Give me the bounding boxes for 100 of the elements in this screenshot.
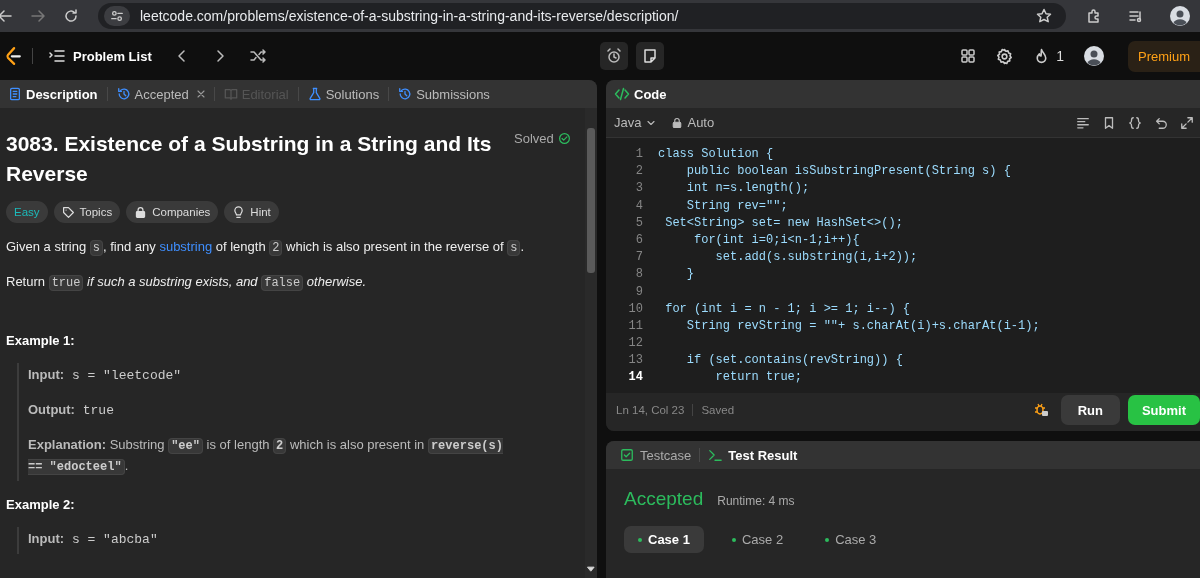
panel-tab[interactable]: Accepted	[112, 82, 193, 106]
panel-tab[interactable]: Testcase	[616, 447, 696, 463]
book-icon	[223, 87, 238, 101]
history-icon	[116, 87, 131, 101]
logo-icon[interactable]	[4, 46, 22, 66]
line-number: 4	[634, 197, 643, 215]
address-bar[interactable]: leetcode.com/problems/existence-of-a-substring-in-a-string-and-its-reverse/description/	[98, 3, 1066, 29]
line-number: 5	[634, 214, 643, 232]
shuffle-icon	[249, 48, 266, 64]
line-number: 8	[634, 266, 643, 284]
reload-icon	[63, 8, 79, 24]
problem-title: 3083. Existence of a Substring in a String and Its Reverse	[6, 131, 493, 187]
settings-button[interactable]	[996, 47, 1014, 65]
substring-link[interactable]: substring	[159, 239, 213, 254]
grid-icon	[960, 48, 977, 64]
document-icon	[8, 87, 22, 101]
alarm-clock-icon	[605, 48, 622, 64]
case-tab[interactable]: Case 3	[811, 526, 891, 553]
shuffle-button[interactable]	[249, 48, 266, 64]
site-settings-button[interactable]	[104, 6, 130, 26]
undo-icon[interactable]	[1154, 115, 1168, 130]
terminal-icon	[708, 448, 723, 462]
layout-button[interactable]	[960, 48, 977, 64]
run-button[interactable]: Run	[1060, 395, 1120, 425]
runtime-text: Runtime: 4 ms	[717, 494, 795, 508]
debug-icon[interactable]	[1032, 402, 1049, 418]
verdict-text: Accepted	[624, 488, 704, 510]
tag-button[interactable]: Topics	[53, 201, 121, 223]
forward-button[interactable]	[30, 8, 46, 24]
note-icon	[641, 48, 658, 64]
back-button[interactable]	[0, 8, 13, 24]
example-title: Example 2:	[6, 496, 76, 514]
code-icon	[614, 86, 630, 102]
cursor-position: Ln 14, Col 23	[616, 404, 685, 416]
language-dropdown[interactable]: Java	[614, 115, 658, 130]
line-number: 3	[634, 180, 643, 198]
example-line: Output: true	[28, 401, 115, 420]
problem-statement: Given a string s , find any substring of length 2 which is also present in the reverse of s .	[6, 238, 526, 258]
line-number: 6	[634, 231, 643, 249]
example-line: Input: s = "abcba"	[28, 530, 159, 549]
code-line: }	[685, 266, 694, 284]
panel-tab[interactable]: Test Result	[704, 447, 802, 463]
difficulty-tag[interactable]: Easy	[6, 201, 48, 223]
forward-icon	[30, 8, 46, 24]
lock-icon	[134, 205, 148, 219]
line-number: 11	[627, 317, 643, 335]
code-line: class Solution {	[658, 146, 774, 163]
checkbox-icon	[620, 448, 634, 462]
tag-button[interactable]: Companies	[126, 201, 219, 223]
format-icon[interactable]	[1076, 115, 1090, 130]
problem-statement: Return true if such a substring exists, and false otherwise.	[6, 273, 368, 293]
code-line: String revString = ""+ s.charAt(i)+s.charAt(i-1);	[685, 317, 1040, 335]
line-number: 9	[634, 283, 643, 301]
url-text: leetcode.com/problems/existence-of-a-substring-in-a-string-and-its-reverse/description/	[140, 8, 679, 24]
tag-button[interactable]: Hint	[224, 201, 279, 223]
panel-tab[interactable]: Solutions	[303, 82, 384, 106]
premium-button[interactable]: Premium	[1128, 40, 1200, 72]
avatar-icon[interactable]	[1170, 6, 1190, 26]
code-line: set.add(s.substring(i,i+2));	[714, 249, 918, 267]
line-number: 14	[627, 369, 643, 387]
list-icon	[49, 48, 65, 64]
panel-tab[interactable]: Submissions	[394, 82, 494, 106]
case-tab[interactable]: Case 2	[717, 526, 798, 553]
panel-tab[interactable]: Description	[4, 82, 102, 106]
timer-button[interactable]	[599, 42, 628, 70]
puzzle-icon	[1086, 8, 1102, 24]
reload-button[interactable]	[63, 8, 79, 24]
line-number: 1	[634, 146, 643, 163]
example-line: Input: s = "leetcode"	[28, 366, 183, 385]
panel-title: Code	[634, 86, 667, 102]
code-line: String rev="";	[685, 197, 788, 215]
avatar-icon[interactable]	[1084, 46, 1104, 66]
star-icon	[1036, 8, 1052, 24]
scrollbar-thumb[interactable]	[587, 128, 595, 273]
settings-icon	[996, 47, 1014, 65]
expand-icon[interactable]	[1180, 115, 1194, 130]
streak-count: 1	[1056, 48, 1064, 64]
code-line: if (set.contains(revString)) {	[685, 352, 903, 370]
check-circle-icon	[557, 132, 571, 145]
media-icon	[1128, 8, 1144, 24]
line-number: 12	[627, 335, 643, 353]
code-line: Set<String> set= new HashSet<>();	[664, 214, 903, 232]
notes-button[interactable]	[635, 42, 664, 70]
braces-icon[interactable]	[1128, 115, 1142, 130]
autocomplete-mode-button[interactable]: Auto	[671, 115, 715, 130]
lightbulb-icon	[232, 205, 246, 219]
scrollbar-track[interactable]	[585, 108, 597, 578]
line-number: 7	[634, 249, 643, 267]
flask-icon	[307, 87, 322, 101]
bookmark-icon[interactable]	[1102, 115, 1116, 130]
tag-icon	[61, 205, 75, 219]
code-line: public boolean isSubstringPresent(String s) {	[685, 163, 1011, 181]
code-line: for(int i=0;i<n-1;i++){	[693, 231, 860, 249]
case-tab[interactable]: Case 1	[624, 526, 704, 553]
problem-list-button[interactable]: Problem List	[49, 48, 152, 64]
back-icon	[0, 8, 13, 24]
save-status: Saved	[701, 404, 735, 416]
line-number: 2	[634, 163, 643, 181]
example-title: Example 1:	[6, 332, 76, 350]
scroll-down-icon	[586, 564, 596, 574]
